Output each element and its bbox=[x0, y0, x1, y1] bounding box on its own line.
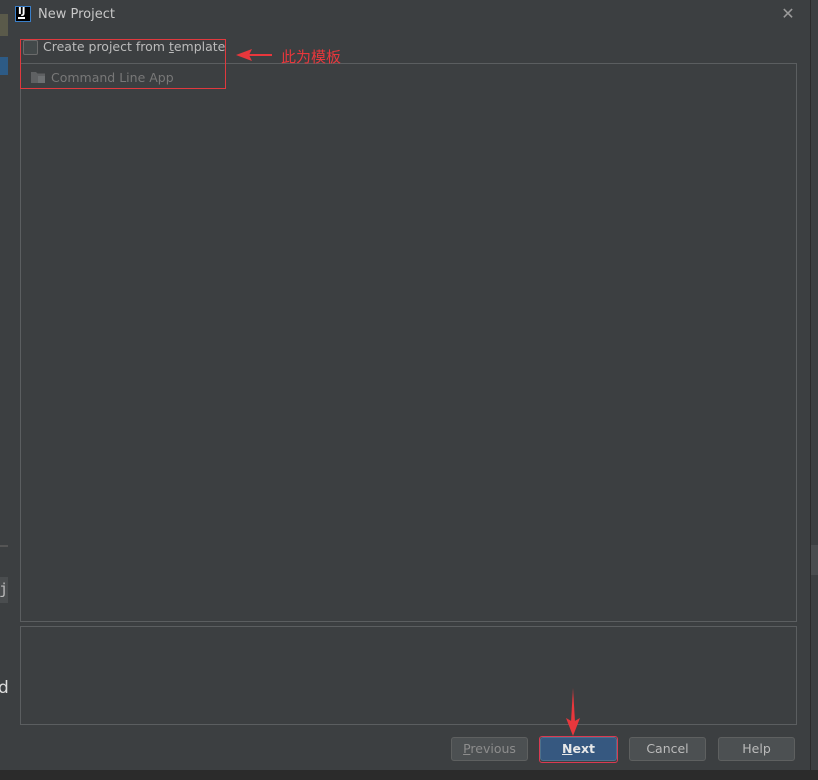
annotation-label: 此为模板 bbox=[281, 48, 342, 66]
template-description-panel bbox=[20, 626, 797, 725]
ide-left-divider bbox=[0, 545, 8, 547]
ide-left-text-fragment: j bbox=[0, 580, 9, 598]
ide-left-text-fragment: d bbox=[0, 678, 9, 698]
intellij-logo-icon: IJ bbox=[15, 6, 31, 22]
ide-left-selection bbox=[0, 57, 8, 75]
help-button[interactable]: Help bbox=[718, 737, 795, 761]
annotation-highlight-box bbox=[20, 39, 226, 89]
previous-button[interactable]: Previous bbox=[451, 737, 528, 761]
annotation-next-highlight bbox=[539, 736, 618, 763]
close-icon[interactable]: ✕ bbox=[776, 3, 800, 25]
cancel-button[interactable]: Cancel bbox=[629, 737, 706, 761]
ide-left-strip bbox=[0, 14, 8, 36]
template-list-panel[interactable] bbox=[20, 63, 797, 622]
new-project-dialog: IJ New Project ✕ Create project from tem… bbox=[9, 0, 809, 770]
ide-left-edge: j d bbox=[0, 0, 9, 780]
ide-right-edge bbox=[810, 0, 818, 780]
ide-right-strip bbox=[811, 545, 818, 575]
dialog-title: New Project bbox=[38, 7, 115, 22]
ide-bottom-edge bbox=[0, 770, 818, 780]
title-bar[interactable]: IJ New Project ✕ bbox=[9, 0, 809, 30]
